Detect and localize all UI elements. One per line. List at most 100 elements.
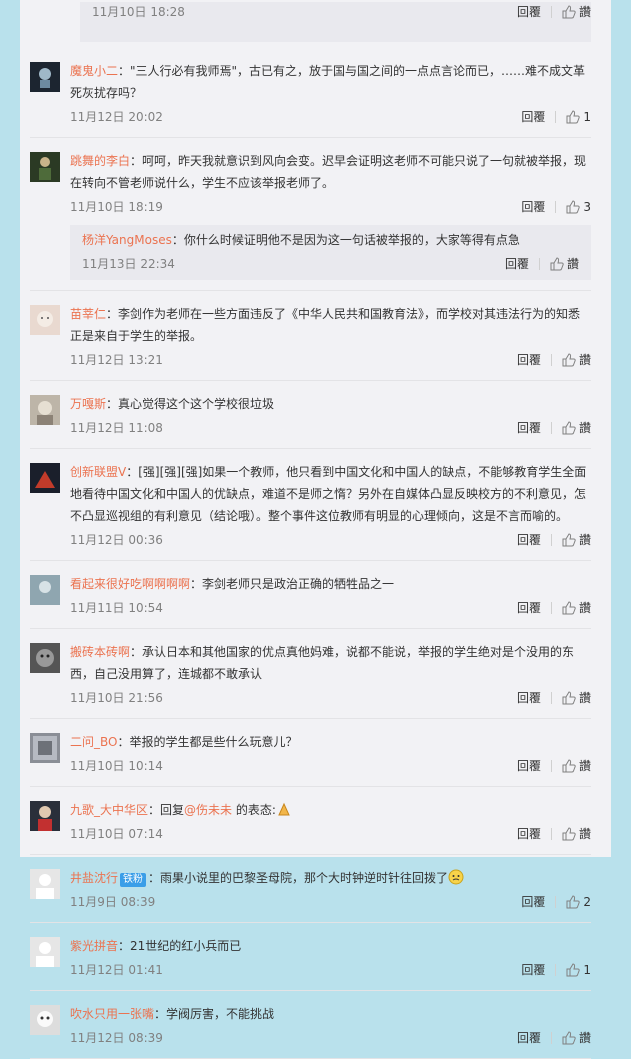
comment-item: 吹水只用一张嘴：学阀厉害，不能挑战 11月12日 08:39 回覆 讚 — [30, 991, 591, 1059]
reply-button[interactable]: 回覆 — [521, 960, 545, 980]
like-button[interactable]: 讚 — [562, 688, 591, 708]
like-count: 1 — [583, 963, 591, 977]
username-link[interactable]: 井盐沈行 — [70, 871, 118, 885]
like-button[interactable]: 讚 — [562, 418, 591, 438]
like-count: 讚 — [578, 691, 591, 705]
reply-button[interactable]: 回覆 — [521, 197, 545, 217]
thumbs-up-icon — [562, 827, 576, 841]
like-button[interactable]: 1 — [566, 960, 591, 980]
like-count: 讚 — [578, 759, 591, 773]
reply-button[interactable]: 回覆 — [521, 107, 545, 127]
reply-button[interactable]: 回覆 — [517, 1028, 541, 1048]
username-link[interactable]: 杨洋YangMoses — [82, 233, 172, 247]
like-button[interactable]: 讚 — [562, 598, 591, 618]
reply-button[interactable]: 回覆 — [517, 688, 541, 708]
comment-meta: 11月10日 07:14 回覆 讚 — [70, 824, 591, 844]
username-link[interactable]: 创新联盟V — [70, 465, 126, 479]
like-button[interactable]: 讚 — [562, 1028, 591, 1048]
reply-button[interactable]: 回覆 — [517, 824, 541, 844]
thumbs-up-icon — [562, 421, 576, 435]
comment-time: 11月10日 21:56 — [70, 691, 163, 705]
username-link[interactable]: 苗莘仁 — [70, 307, 106, 321]
avatar[interactable] — [30, 869, 60, 899]
comment-time: 11月11日 10:54 — [70, 601, 163, 615]
like-button[interactable]: 讚 — [562, 756, 591, 776]
like-button[interactable]: 3 — [566, 197, 591, 217]
comment-meta: 11月12日 00:36 回覆 讚 — [70, 530, 591, 550]
avatar[interactable] — [30, 937, 60, 967]
comment-item: 创新联盟V：[强][强][强]如果一个教师，他只看到中国文化和中国人的缺点，不能… — [30, 449, 591, 561]
comment-meta: 11月12日 11:08 回覆 讚 — [70, 418, 591, 438]
like-button[interactable]: 讚 — [562, 824, 591, 844]
username-link[interactable]: 魔鬼小二 — [70, 64, 118, 78]
username-link[interactable]: 吹水只用一张嘴 — [70, 1007, 154, 1021]
avatar[interactable] — [30, 1005, 60, 1035]
comment-time: 11月12日 13:21 — [70, 353, 163, 367]
avatar[interactable] — [30, 643, 60, 673]
mention-link[interactable]: @伤未未 — [184, 803, 232, 817]
comment-text: 井盐沈行 铁粉 ：雨果小说里的巴黎圣母院，那个大时钟逆时针往回拨了 — [70, 867, 591, 889]
reply-button[interactable]: 回覆 — [505, 254, 529, 274]
username-link[interactable]: 跳舞的李白 — [70, 154, 130, 168]
reply-button[interactable]: 回覆 — [521, 892, 545, 912]
avatar[interactable] — [30, 62, 60, 92]
comment-meta: 11月10日 21:56 回覆 讚 — [70, 688, 591, 708]
comment-time: 11月10日 10:14 — [70, 759, 163, 773]
comment-time: 11月9日 08:39 — [70, 895, 156, 909]
comment-text: 万嘎斯：真心觉得这个这个学校很垃圾 — [70, 397, 275, 411]
comment-text: 紫光拼音：21世纪的红小兵而已 — [70, 939, 242, 953]
username-link[interactable]: 看起来很好吃啊啊啊啊 — [70, 577, 190, 591]
like-button[interactable]: 讚 — [562, 2, 591, 22]
comment-time: 11月12日 01:41 — [70, 963, 163, 977]
thumbs-up-icon — [562, 759, 576, 773]
comment-item: 跳舞的李白：呵呵，昨天我就意识到风向会变。迟早会证明这老师不可能只说了一句就被举… — [30, 138, 591, 291]
avatar[interactable] — [30, 152, 60, 182]
like-button[interactable]: 讚 — [562, 350, 591, 370]
username-link[interactable]: 万嘎斯 — [70, 397, 106, 411]
like-count: 3 — [583, 200, 591, 214]
avatar[interactable] — [30, 463, 60, 493]
comment-meta: 11月13日 22:34 回覆 讚 — [82, 254, 591, 274]
comment-item: 万嘎斯：真心觉得这个这个学校很垃圾 11月12日 11:08 回覆 讚 — [30, 381, 591, 449]
comment-item: 二问_BO：举报的学生都是些什么玩意儿？ 11月10日 10:14 回覆 讚 — [30, 719, 591, 787]
reply-button[interactable]: 回覆 — [517, 756, 541, 776]
username-link[interactable]: 九歌_大中华区 — [70, 803, 148, 817]
like-count: 1 — [583, 110, 591, 124]
avatar[interactable] — [30, 395, 60, 425]
thumbs-up-icon — [562, 5, 576, 19]
username-link[interactable]: 紫光拼音 — [70, 939, 118, 953]
comment-meta: 11月10日 18:28 回覆 讚 — [92, 2, 591, 22]
comment-meta: 11月12日 13:21 回覆 讚 — [70, 350, 591, 370]
like-button[interactable]: 1 — [566, 107, 591, 127]
comment-meta: 11月12日 01:41 回覆 1 — [70, 960, 591, 980]
like-button[interactable]: 讚 — [550, 254, 579, 274]
comment-meta: 11月12日 20:02 回覆 1 — [70, 107, 591, 127]
reply-button[interactable]: 回覆 — [517, 598, 541, 618]
comment-list: 11月10日 18:28 回覆 讚 魔鬼小二："三人行必有我师焉"，古已有之，放… — [30, 0, 591, 1059]
thumbs-up-icon — [550, 257, 564, 271]
like-count: 讚 — [578, 421, 591, 435]
avatar[interactable] — [30, 575, 60, 605]
reply-button[interactable]: 回覆 — [517, 2, 541, 22]
like-button[interactable]: 讚 — [562, 530, 591, 550]
avatar[interactable] — [30, 733, 60, 763]
comment-item: 搬砖本砖啊：承认日本和其他国家的优点真他妈难，说都不能说，举报的学生绝对是个没用… — [30, 629, 591, 719]
thumbs-up-icon — [562, 533, 576, 547]
thumbs-up-icon — [562, 691, 576, 705]
username-link[interactable]: 二问_BO — [70, 735, 117, 749]
reply-button[interactable]: 回覆 — [517, 530, 541, 550]
pray-emoji-icon — [276, 801, 292, 817]
comment-meta: 11月11日 10:54 回覆 讚 — [70, 598, 591, 618]
avatar[interactable] — [30, 305, 60, 335]
reply-button[interactable]: 回覆 — [517, 350, 541, 370]
comment-text: 魔鬼小二："三人行必有我师焉"，古已有之，放于国与国之间的一点点言论而已，……难… — [70, 64, 586, 100]
reply-button[interactable]: 回覆 — [517, 418, 541, 438]
comment-text: 杨洋YangMoses：你什么时候证明他不是因为这一句话被举报的，大家等得有点急 — [82, 233, 520, 247]
like-button[interactable]: 2 — [566, 892, 591, 912]
comment-text: 跳舞的李白：呵呵，昨天我就意识到风向会变。迟早会证明这老师不可能只说了一句就被举… — [70, 154, 587, 190]
username-link[interactable]: 搬砖本砖啊 — [70, 645, 130, 659]
comment-text: 看起来很好吃啊啊啊啊：李剑老师只是政治正确的牺牲品之一 — [70, 577, 395, 591]
like-count: 2 — [583, 895, 591, 909]
comment-time: 11月12日 11:08 — [70, 421, 163, 435]
avatar[interactable] — [30, 801, 60, 831]
